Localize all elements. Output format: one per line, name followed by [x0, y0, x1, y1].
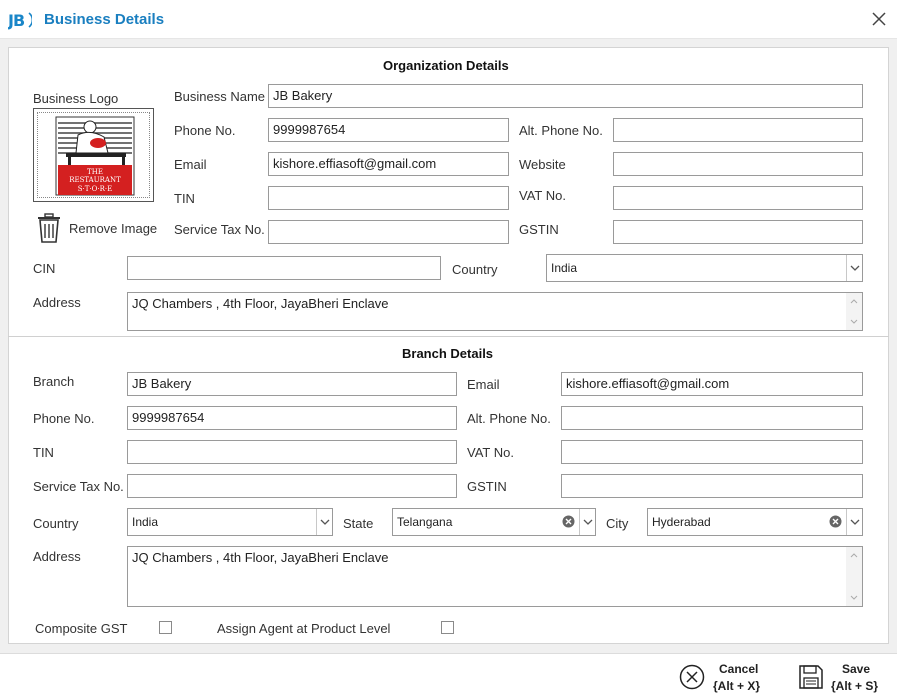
branch-address-textarea[interactable]: JQ Chambers , 4th Floor, JayaBheri Encla…: [127, 546, 863, 607]
chevron-down-icon[interactable]: [579, 509, 595, 535]
branch-gstin-label: GSTIN: [467, 479, 507, 494]
vat-input[interactable]: [613, 186, 863, 210]
cin-label: CIN: [33, 261, 56, 276]
branch-vat-label: VAT No.: [467, 445, 514, 460]
save-label: Save: [842, 662, 871, 676]
tin-input[interactable]: [268, 186, 509, 210]
trash-icon[interactable]: [36, 213, 62, 243]
city-label: City: [606, 516, 629, 531]
branch-address-scrollbar[interactable]: [846, 547, 862, 606]
email-label: Email: [174, 157, 207, 172]
save-shortcut: {Alt + S}: [831, 679, 879, 693]
assign-agent-checkbox[interactable]: [441, 621, 454, 634]
branch-tin-input[interactable]: [127, 440, 457, 464]
branch-tin-label: TIN: [33, 445, 54, 460]
website-input[interactable]: [613, 152, 863, 176]
address-scrollbar[interactable]: [846, 293, 862, 330]
branch-input[interactable]: JB Bakery: [127, 372, 457, 396]
branch-vat-input[interactable]: [561, 440, 863, 464]
state-value: Telangana: [397, 515, 453, 529]
branch-country-select[interactable]: India: [127, 508, 333, 536]
state-label: State: [343, 516, 374, 531]
branch-address-value: JQ Chambers , 4th Floor, JayaBheri Encla…: [132, 550, 389, 565]
branch-email-label: Email: [467, 377, 500, 392]
alt-phone-input[interactable]: [613, 118, 863, 142]
jb-logo-icon: JB: [8, 9, 32, 31]
business-logo-image[interactable]: THE RESTAURANT S·T·O·R·E: [33, 108, 154, 202]
tin-label: TIN: [174, 191, 195, 206]
cin-input[interactable]: [127, 256, 441, 280]
branch-label: Branch: [33, 374, 75, 389]
vat-label: VAT No.: [519, 188, 566, 203]
title-bar: JB Business Details: [0, 0, 897, 39]
branch-alt-phone-label: Alt. Phone No.: [467, 411, 551, 426]
branch-gstin-input[interactable]: [561, 474, 863, 498]
cancel-shortcut: {Alt + X}: [713, 679, 761, 693]
close-icon[interactable]: [868, 8, 890, 30]
branch-alt-phone-input[interactable]: [561, 406, 863, 430]
cancel-icon: [679, 664, 705, 693]
composite-gst-label: Composite GST: [35, 621, 128, 636]
logo-text-line1: THE: [87, 168, 103, 176]
business-logo-label: Business Logo: [33, 91, 119, 106]
website-label: Website: [519, 157, 566, 172]
address-textarea[interactable]: JQ Chambers , 4th Floor, JayaBheri Encla…: [127, 292, 863, 331]
email-input[interactable]: kishore.effiasoft@gmail.com: [268, 152, 509, 176]
service-tax-input[interactable]: [268, 220, 509, 244]
section-divider: [8, 336, 889, 337]
branch-service-tax-input[interactable]: [127, 474, 457, 498]
gstin-label: GSTIN: [519, 222, 559, 237]
country-select-value: India: [551, 261, 578, 275]
branch-email-input[interactable]: kishore.effiasoft@gmail.com: [561, 372, 863, 396]
restaurant-store-logo: THE RESTAURANT S·T·O·R·E: [55, 116, 135, 196]
svg-text:JB: JB: [8, 11, 25, 30]
country-label: Country: [452, 262, 498, 277]
window-title: Business Details: [44, 11, 165, 28]
branch-address-label: Address: [33, 549, 81, 564]
chevron-down-icon[interactable]: [316, 509, 332, 535]
city-select[interactable]: Hyderabad: [647, 508, 863, 536]
cancel-label: Cancel: [719, 662, 759, 676]
chevron-down-icon[interactable]: [846, 255, 862, 281]
branch-country-label: Country: [33, 516, 79, 531]
service-tax-label: Service Tax No.: [174, 222, 265, 237]
chevron-down-icon[interactable]: [846, 509, 862, 535]
remove-image-button[interactable]: Remove Image: [69, 221, 157, 236]
org-details-heading: Organization Details: [383, 58, 509, 73]
save-icon: [798, 664, 824, 693]
logo-text-line2: RESTAURANT: [69, 176, 121, 184]
save-button[interactable]: Save {Alt + S}: [796, 660, 891, 696]
composite-gst-checkbox[interactable]: [159, 621, 172, 634]
logo-text-line3: S·T·O·R·E: [78, 185, 112, 193]
branch-details-heading: Branch Details: [402, 346, 494, 361]
business-name-label: Business Name: [174, 89, 266, 104]
address-label: Address: [33, 295, 81, 310]
branch-phone-input[interactable]: 9999987654: [127, 406, 457, 430]
cancel-button[interactable]: Cancel {Alt + X}: [677, 660, 772, 696]
phone-input[interactable]: 9999987654: [268, 118, 509, 142]
state-select[interactable]: Telangana: [392, 508, 596, 536]
country-select[interactable]: India: [546, 254, 863, 282]
alt-phone-label: Alt. Phone No.: [519, 123, 603, 138]
address-value: JQ Chambers , 4th Floor, JayaBheri Encla…: [132, 296, 389, 311]
gstin-input[interactable]: [613, 220, 863, 244]
assign-agent-label: Assign Agent at Product Level: [217, 621, 391, 636]
branch-country-value: India: [132, 515, 159, 529]
clear-icon[interactable]: [829, 515, 842, 528]
business-name-input[interactable]: JB Bakery: [268, 84, 863, 108]
clear-icon[interactable]: [562, 515, 575, 528]
city-value: Hyderabad: [652, 515, 711, 529]
branch-phone-label: Phone No.: [33, 411, 95, 426]
phone-label: Phone No.: [174, 123, 236, 138]
branch-service-tax-label: Service Tax No.: [33, 479, 124, 494]
